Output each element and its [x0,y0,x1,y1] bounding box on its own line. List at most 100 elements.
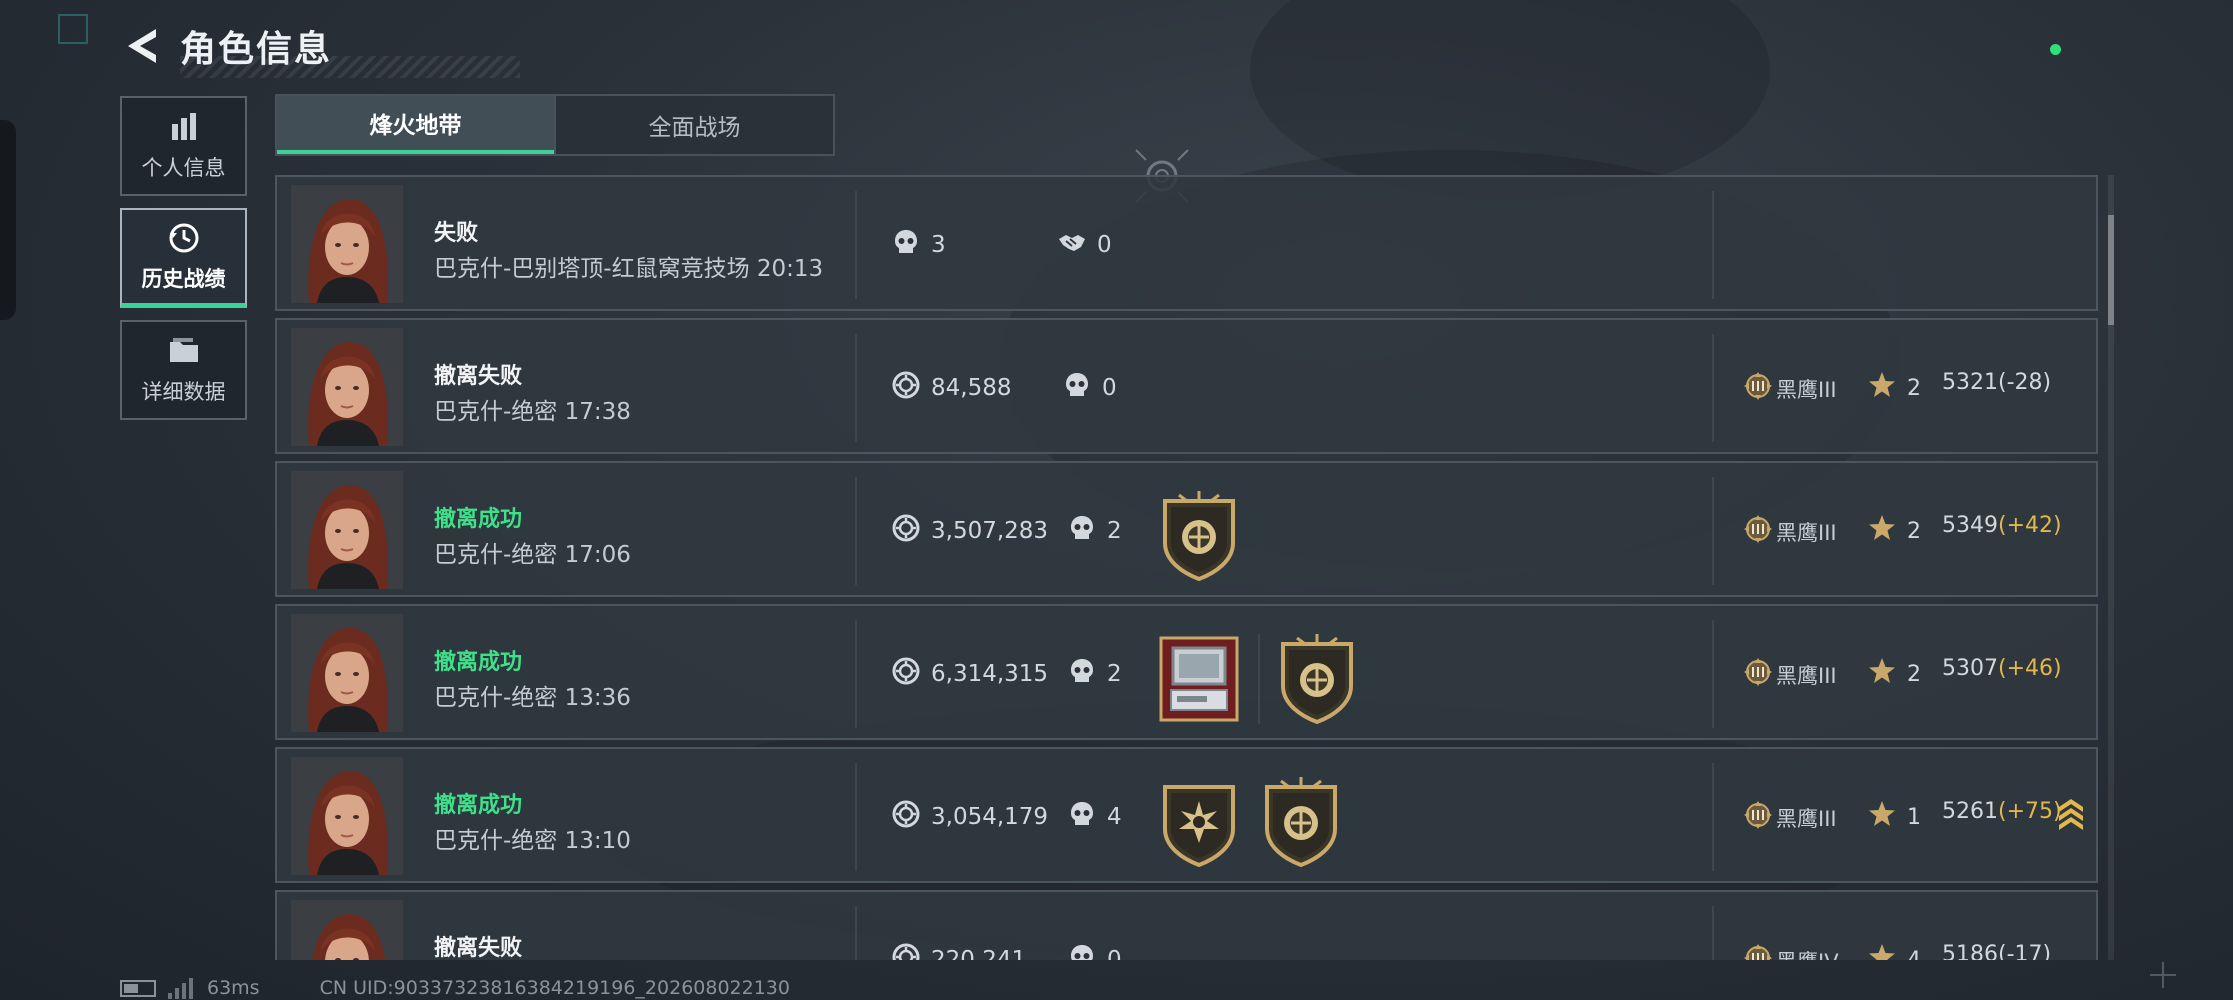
scrollbar-thumb[interactable] [2108,215,2114,325]
battery-icon [120,979,156,997]
promotion-chevrons-icon [2057,797,2085,831]
match-result: 失败 [434,221,479,246]
sidebar-item-detail-data[interactable]: 详细数据 [120,320,247,420]
history-clock-icon [169,223,198,252]
coin-icon [891,656,931,692]
rank-badge-icon [1742,799,1776,836]
stat-primary: 3 [891,227,946,263]
match-map-time: 巴克什-绝密 17:06 [434,542,631,568]
sunburst-medal-icon[interactable] [1157,777,1241,868]
back-button[interactable] [120,23,166,69]
match-result: 撤离成功 [434,793,523,818]
score-delta: (+75) [1998,799,2062,824]
skull-icon [1062,370,1102,406]
match-row[interactable]: 撤离成功 巴克什-绝密 17:06 3,507,283 2 黑鹰III 2 5349(+42… [275,461,2098,597]
rank-badge: 黑鹰III [1742,370,1837,407]
star-count: 4 [1867,942,1921,960]
sidebar-item-label: 个人信息 [141,156,226,180]
page-title: 角色信息 [180,20,520,78]
corner-frame [58,14,88,44]
stat-primary: 3,507,283 [891,513,1048,549]
stat-secondary: 0 [1057,227,1112,263]
star-count: 2 [1867,370,1921,406]
skull-icon [1067,656,1107,692]
match-map-time: 巴克什-绝密 13:10 [434,828,631,854]
back-arrow-icon [128,29,156,63]
star-icon [1867,513,1907,549]
match-result: 撤离失败 [434,936,523,960]
skull-icon [1067,513,1107,549]
stat-secondary: 2 [1067,656,1122,692]
avatar [291,185,403,303]
mode-tabs: 烽火地带 全面战场 [275,94,835,156]
tab-hazard-zone[interactable]: 烽火地带 [277,96,554,154]
sidebar-item-personal-info[interactable]: 个人信息 [120,96,247,196]
coin-icon [891,370,931,406]
coin-icon [891,799,931,835]
computer-item-icon[interactable] [1157,634,1241,724]
online-status-dot [2050,44,2061,55]
match-row[interactable]: 失败巴克什-巴别塔顶-红鼠窝竞技场 20:13 3 0 [275,175,2098,311]
match-row[interactable]: 撤离成功巴克什-绝密 13:10 3,054,179 4 黑鹰III 1 5261(+75… [275,747,2098,883]
sidebar-item-label: 历史战绩 [141,266,226,291]
scrollbar[interactable] [2108,175,2114,960]
match-result: 撤离成功 [434,507,523,532]
score-delta: (-17) [1998,942,2052,960]
star-count: 1 [1867,799,1921,835]
rank-score: 5261(+75) [1942,799,2062,824]
handshake-icon [1057,227,1097,263]
score-delta: (+42) [1998,513,2062,538]
rank-score: 5186(-17) [1942,942,2051,960]
sidebar-item-history[interactable]: 历史战绩 [120,208,247,308]
rank-badge-icon [1742,942,1776,960]
uid-text: CN UID:9033732381638421919‌6_20260802213… [319,977,790,999]
skull-icon [1067,942,1107,960]
avatar [291,328,403,446]
stat-secondary: 4 [1067,799,1122,835]
rank-badge-icon [1742,656,1776,693]
ping-value: 63ms [207,977,260,999]
match-row[interactable]: 撤离成功 巴克什-绝密 13:36 6,314,315 2 黑鹰III 2 5307(+46… [275,604,2098,740]
skull-icon [1067,799,1107,835]
star-icon [1867,799,1907,835]
header: 角色信息 [120,18,520,78]
match-row[interactable]: 撤离失败 220,241 0 黑鹰IV 4 5186(-17) [275,890,2098,960]
score-delta: (+46) [1998,656,2062,681]
coin-icon [891,513,931,549]
match-map-time: 巴克什-绝密 13:36 [434,685,631,711]
match-map-time: 巴克什-巴别塔顶-红鼠窝竞技场 20:13 [434,256,824,282]
stat-secondary: 0 [1067,942,1122,960]
skull-icon [891,227,931,263]
rank-badge: 黑鹰III [1742,513,1837,550]
plus-icon [2150,962,2176,988]
stat-primary: 220,241 [891,942,1026,960]
shield-emblem-medal-icon[interactable] [1259,777,1343,868]
shield-emblem-medal-icon[interactable] [1275,634,1359,725]
sidebar: 个人信息 历史战绩 详细数据 [120,96,247,432]
match-result: 撤离成功 [434,650,523,675]
match-row[interactable]: 撤离失败 巴克什-绝密 17:38 84,588 0 黑鹰III 2 5321(-28) [275,318,2098,454]
star-icon [1867,942,1907,960]
avatar [291,614,403,732]
stat-primary: 6,314,315 [891,656,1048,692]
status-footer: 63ms CN UID:9033732381638421919‌6_202608… [120,976,790,1000]
shield-emblem-medal-icon[interactable] [1157,491,1241,582]
rank-badge: 黑鹰III [1742,799,1837,836]
tab-full-battlefield[interactable]: 全面战场 [554,96,833,154]
stat-secondary: 0 [1062,370,1117,406]
rank-badge: 黑鹰IV [1742,942,1839,960]
avatar [291,757,403,875]
edge-handle [0,120,16,320]
rank-score: 5307(+46) [1942,656,2062,681]
stat-primary: 3,054,179 [891,799,1048,835]
match-history-list[interactable]: 失败 巴克什-巴别塔顶-红鼠窝竞技场 20:13 3 0 撤离失败 巴克什-绝密 17:3… [275,175,2098,960]
avatar [291,900,403,960]
score-delta: (-28) [1998,370,2052,395]
rank-badge-icon [1742,370,1776,407]
star-count: 2 [1867,656,1921,692]
star-icon [1867,656,1907,692]
match-result: 撤离失败 [434,364,523,389]
coin-icon [891,942,931,960]
stat-secondary: 2 [1067,513,1122,549]
star-icon [1867,370,1907,406]
